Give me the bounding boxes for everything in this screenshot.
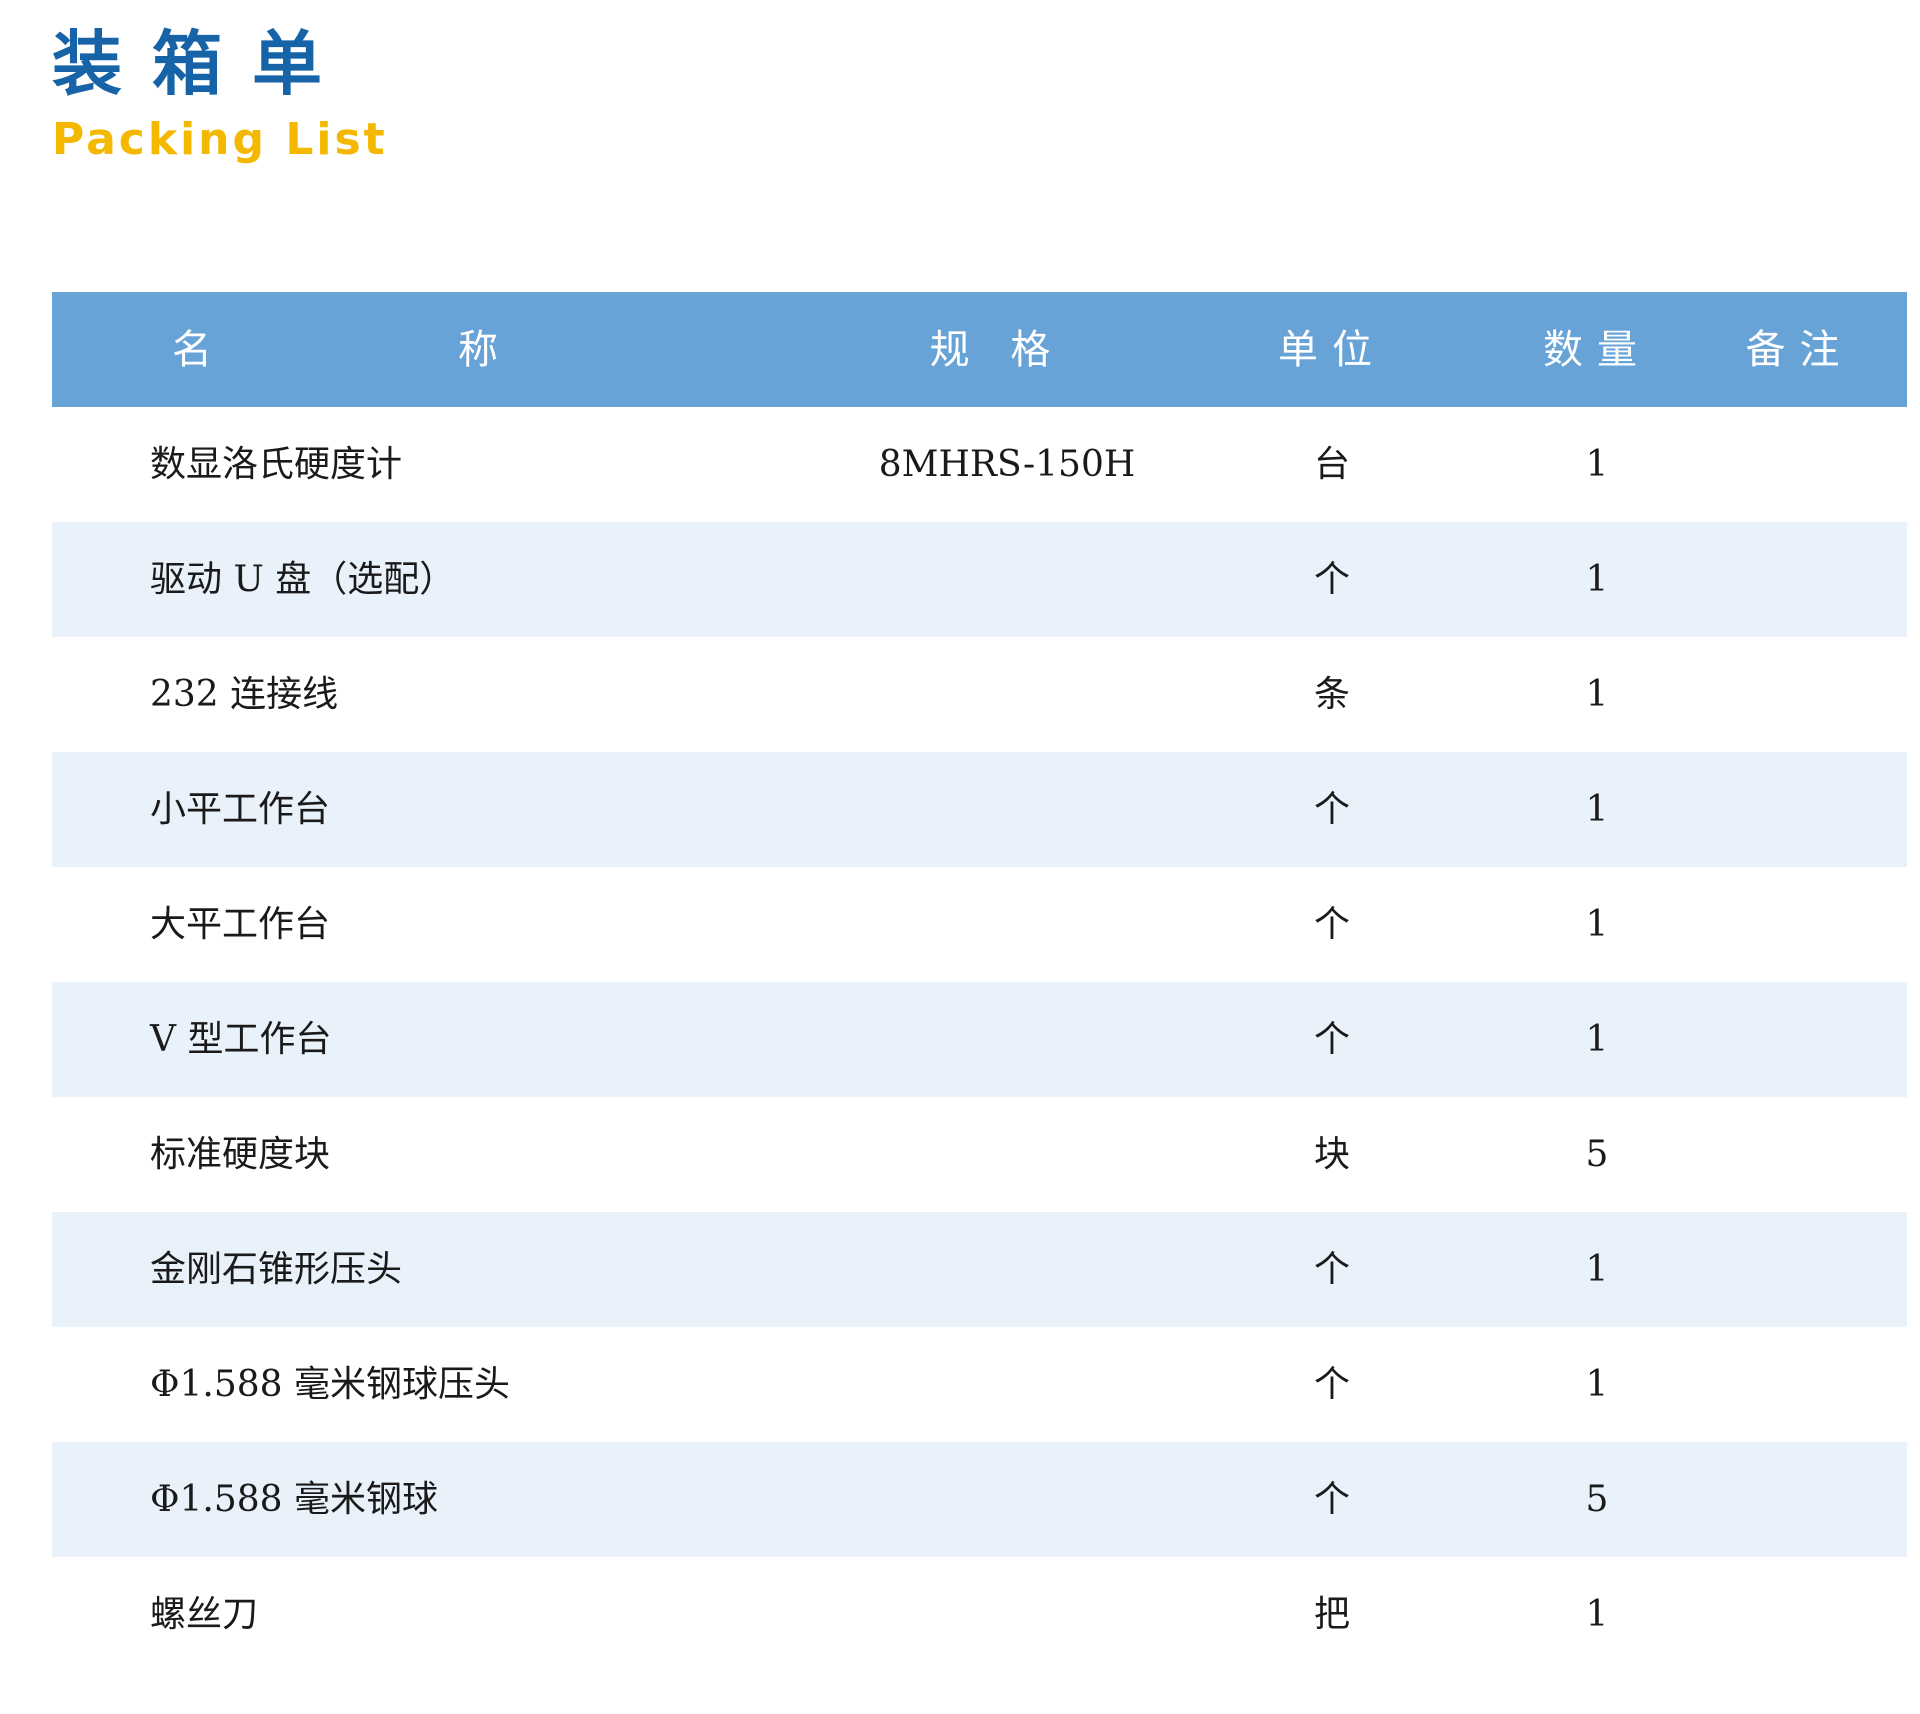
table-row: V 型工作台 个 1 xyxy=(52,982,1907,1097)
table-header-row: 名 称 规 格 单位 数量 备注 xyxy=(52,292,1907,407)
cell-unit: 个 xyxy=(1313,558,1350,600)
cell-spec: 8MHRS-150H xyxy=(878,443,1136,485)
header-spec: 规 格 xyxy=(929,326,1065,373)
cell-unit: 个 xyxy=(1313,1478,1350,1520)
cell-unit: 个 xyxy=(1313,1248,1350,1290)
cell-qty: 1 xyxy=(1585,443,1609,485)
packing-list-table: 名 称 规 格 单位 数量 备注 数显洛氏硬度计 8MHRS-150H 台 1 驱动 U… xyxy=(52,292,1907,1672)
cell-qty: 1 xyxy=(1585,1018,1609,1060)
table-row: 金刚石锥形压头 个 1 xyxy=(52,1212,1907,1327)
cell-name: 大平工作台 xyxy=(150,903,331,945)
table-row: 大平工作台 个 1 xyxy=(52,867,1907,982)
cell-unit: 个 xyxy=(1313,903,1350,945)
cell-name: 数显洛氏硬度计 xyxy=(150,443,403,485)
cell-unit: 个 xyxy=(1313,1018,1350,1060)
header-unit: 单位 xyxy=(1278,326,1386,373)
cell-unit: 条 xyxy=(1313,673,1350,715)
cell-qty: 1 xyxy=(1585,1593,1609,1635)
cell-unit: 台 xyxy=(1313,443,1350,485)
cell-name: 螺丝刀 xyxy=(150,1593,259,1635)
table-body: 数显洛氏硬度计 8MHRS-150H 台 1 驱动 U 盘（选配） 个 1 232 连接线 条 1… xyxy=(52,407,1907,1672)
cell-name: 232 连接线 xyxy=(150,673,339,715)
cell-name: 金刚石锥形压头 xyxy=(150,1248,403,1290)
cell-qty: 1 xyxy=(1585,558,1609,600)
table-row: Φ1.588 毫米钢球压头 个 1 xyxy=(52,1327,1907,1442)
table-row: 232 连接线 条 1 xyxy=(52,637,1907,752)
cell-unit: 个 xyxy=(1313,788,1350,830)
page-title-cn: 装箱单 xyxy=(52,23,352,105)
cell-qty: 5 xyxy=(1585,1478,1609,1520)
cell-name: V 型工作台 xyxy=(150,1018,332,1060)
cell-qty: 1 xyxy=(1585,1248,1609,1290)
page-title-en: Packing List xyxy=(52,114,388,165)
cell-qty: 1 xyxy=(1585,788,1609,830)
table-row: Φ1.588 毫米钢球 个 5 xyxy=(52,1442,1907,1557)
header-name-right: 称 xyxy=(458,326,512,373)
cell-name: Φ1.588 毫米钢球 xyxy=(150,1478,439,1520)
header-qty: 数量 xyxy=(1543,326,1651,373)
header-note: 备注 xyxy=(1745,326,1854,373)
header-name: 名 称 xyxy=(52,330,772,370)
cell-qty: 1 xyxy=(1585,1363,1609,1405)
table-row: 螺丝刀 把 1 xyxy=(52,1557,1907,1672)
cell-qty: 1 xyxy=(1585,903,1609,945)
cell-name: 小平工作台 xyxy=(150,788,331,830)
cell-unit: 块 xyxy=(1313,1133,1350,1175)
cell-unit: 个 xyxy=(1313,1363,1350,1405)
table-row: 标准硬度块 块 5 xyxy=(52,1097,1907,1212)
cell-name: 驱动 U 盘（选配） xyxy=(150,558,456,600)
cell-qty: 1 xyxy=(1585,673,1609,715)
table-row: 小平工作台 个 1 xyxy=(52,752,1907,867)
table-row: 驱动 U 盘（选配） 个 1 xyxy=(52,522,1907,637)
header-name-left: 名 xyxy=(172,326,226,373)
table-row: 数显洛氏硬度计 8MHRS-150H 台 1 xyxy=(52,407,1907,522)
title-block: 装箱单 Packing List xyxy=(52,20,388,168)
cell-unit: 把 xyxy=(1313,1593,1350,1635)
cell-name: Φ1.588 毫米钢球压头 xyxy=(150,1363,511,1405)
cell-name: 标准硬度块 xyxy=(150,1133,331,1175)
cell-qty: 5 xyxy=(1585,1133,1609,1175)
